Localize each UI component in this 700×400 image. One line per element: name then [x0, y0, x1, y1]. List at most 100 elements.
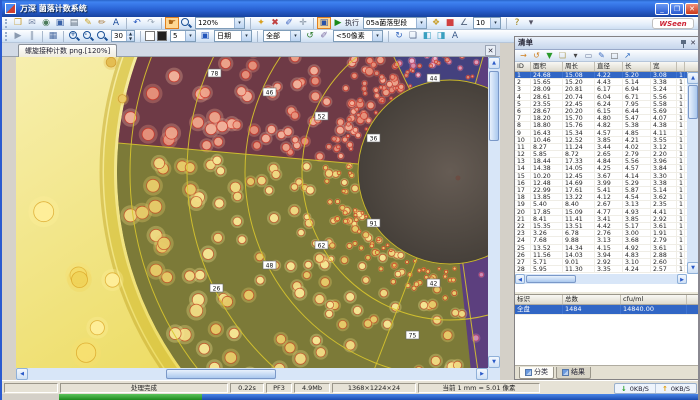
table-row[interactable]: 628.6720.206.156.445.691 — [515, 108, 699, 115]
date-select[interactable]: 日期▾ — [214, 30, 252, 42]
threshold-spinner-down-icon[interactable]: ▼ — [126, 36, 134, 41]
scroll-left-icon[interactable]: ◀ — [16, 368, 28, 380]
tools-button[interactable]: ✛ — [296, 17, 310, 29]
zoom-select[interactable]: 120%▾ — [195, 17, 245, 29]
background-swatch[interactable] — [157, 31, 167, 41]
table-row[interactable]: 2017.8515.094.774.934.411 — [515, 209, 699, 216]
image-hscrollbar[interactable]: ◀ ▶ — [16, 368, 488, 380]
wand-button[interactable]: ✐ — [317, 30, 331, 42]
zoom-out-button[interactable]: - — [82, 30, 94, 42]
table-row[interactable]: 1722.9917.615.415.875.141 — [515, 187, 699, 194]
magnifier-button[interactable] — [180, 17, 192, 29]
pen-width-select[interactable]: 5▾ — [170, 30, 196, 42]
date-select-caret-icon[interactable]: ▾ — [241, 31, 251, 41]
measure-button[interactable]: ✐ — [282, 17, 296, 29]
undo-button[interactable]: ↺ — [530, 50, 543, 61]
restore-button[interactable]: ❐ — [670, 3, 684, 15]
scroll-down-icon[interactable]: ▼ — [488, 356, 500, 368]
table-row[interactable]: 916.4315.344.574.854.111 — [515, 130, 699, 137]
column-header[interactable]: 宽 — [651, 62, 677, 71]
range-select[interactable]: 全部▾ — [263, 30, 301, 42]
table-row[interactable]: 275.719.012.923.102.601 — [515, 259, 699, 266]
table-row[interactable]: 215.6515.204.435.143.381 — [515, 79, 699, 86]
document-close-icon[interactable]: ✕ — [485, 45, 496, 56]
dropdown-caret[interactable]: ▾ — [569, 50, 582, 61]
pin-icon[interactable] — [680, 39, 687, 48]
table-row[interactable]: 1510.2012.453.674.143.301 — [515, 173, 699, 180]
close-button[interactable]: ✕ — [685, 3, 699, 15]
zoom-select-caret-icon[interactable]: ▾ — [234, 18, 244, 28]
pen-width-select-caret-icon[interactable]: ▾ — [185, 31, 195, 41]
column-header[interactable]: 周长 — [563, 62, 595, 71]
image-vscrollbar[interactable]: ▲ ▼ — [488, 57, 500, 368]
rect-button[interactable]: □ — [608, 50, 621, 61]
foreground-swatch[interactable] — [145, 31, 155, 41]
table-scroll-down-icon[interactable]: ▼ — [687, 262, 699, 274]
minimize-button[interactable]: _ — [655, 3, 669, 15]
zoom-reset-button[interactable] — [96, 30, 108, 42]
table-row[interactable]: 285.9511.303.354.242.571 — [515, 266, 699, 273]
document-tab[interactable]: 螺旋接种计数 png.[120%] — [18, 44, 117, 57]
add-button[interactable]: ❏ — [556, 50, 569, 61]
text-button[interactable]: A — [109, 17, 123, 29]
tab-classify[interactable]: 分类 — [519, 367, 554, 379]
filter-button[interactable]: ▼ — [543, 50, 556, 61]
table-row[interactable]: 1813.8513.224.124.543.621 — [515, 194, 699, 201]
table-vscroll-thumb[interactable] — [688, 85, 698, 119]
lang-button[interactable]: A — [448, 30, 462, 42]
split-v-button[interactable]: ◨ — [434, 30, 448, 42]
select-button[interactable]: ▭ — [582, 50, 595, 61]
table-row[interactable]: 124.6815.084.225.203.081 — [515, 72, 699, 79]
hscroll-thumb[interactable] — [166, 369, 276, 379]
run-button-icon[interactable]: ▶ — [331, 17, 345, 29]
split-h-button[interactable]: ◧ — [420, 30, 434, 42]
arrow-button[interactable]: ↗ — [621, 50, 634, 61]
table-row[interactable]: 247.689.883.133.682.791 — [515, 237, 699, 244]
detect-button[interactable]: ▣ — [317, 17, 331, 29]
pan-hand-button[interactable]: ☛ — [165, 17, 179, 29]
column-header[interactable] — [677, 62, 685, 71]
table-row[interactable]: 2215.3513.514.425.173.611 — [515, 223, 699, 230]
acquire-image-button[interactable]: ✉ — [25, 17, 39, 29]
table-row[interactable]: 523.5522.456.247.955.581 — [515, 101, 699, 108]
edit-button[interactable]: ✎ — [595, 50, 608, 61]
column-header[interactable]: 直径 — [595, 62, 623, 71]
table-row[interactable]: 1010.4612.523.854.213.551 — [515, 137, 699, 144]
table-row[interactable]: 2513.5214.344.154.923.611 — [515, 245, 699, 252]
panel-splitter[interactable] — [500, 43, 514, 380]
zoom-in-button[interactable]: + — [68, 30, 80, 42]
dilution-select-caret-icon[interactable]: ▾ — [490, 18, 500, 28]
panel-close-icon[interactable]: ✕ — [690, 39, 696, 48]
table-row[interactable]: 428.6120.746.046.715.561 — [515, 94, 699, 101]
image-viewport[interactable]: 7846523644916248264275 ▲ ▼ ◀ ▶ — [16, 57, 500, 380]
grid-button[interactable]: ▦ — [46, 30, 60, 42]
dilution-select[interactable]: 10▾ — [473, 17, 501, 29]
scroll-right-icon[interactable]: ▶ — [476, 368, 488, 380]
table-vscrollbar[interactable]: ▲ ▼ — [687, 72, 699, 274]
vscroll-thumb[interactable] — [489, 71, 499, 141]
toolbar-grip[interactable] — [5, 19, 8, 28]
draw-pen-button[interactable]: ✏ — [95, 17, 109, 29]
undo-button[interactable]: ↶ — [130, 17, 144, 29]
table-row[interactable]: 118.2711.243.444.023.121 — [515, 144, 699, 151]
table-row[interactable]: 125.858.722.652.792.201 — [515, 151, 699, 158]
table-row[interactable]: 218.4111.413.413.852.921 — [515, 216, 699, 223]
export-button[interactable]: → — [517, 50, 530, 61]
scheme-select[interactable]: 05a菌落型段▾ — [363, 17, 427, 29]
table-row[interactable]: 2611.5614.033.944.832.881 — [515, 252, 699, 259]
column-header[interactable]: 长 — [623, 62, 651, 71]
help-button[interactable]: ? — [510, 17, 524, 29]
star-button[interactable]: ✦ — [254, 17, 268, 29]
edit-pencil-button[interactable]: ✎ — [81, 17, 95, 29]
title-bar[interactable]: 万深 菌落计数系统 _ ❐ ✕ — [2, 0, 700, 17]
table-hscrollbar[interactable]: ◀ ▶ — [515, 274, 687, 284]
table-hscroll-thumb[interactable] — [526, 275, 576, 283]
column-header[interactable]: ID — [515, 62, 531, 71]
table-row[interactable]: 328.0920.816.176.945.241 — [515, 86, 699, 93]
open-button[interactable]: ❐ — [11, 17, 25, 29]
table-row[interactable]: 718.2015.704.805.474.071 — [515, 115, 699, 122]
table-scroll-left-icon[interactable]: ◀ — [515, 274, 525, 284]
print-button[interactable]: ▤ — [67, 17, 81, 29]
table-row[interactable]: 195.408.402.673.132.351 — [515, 201, 699, 208]
panel-header[interactable]: 清单 ✕ — [515, 37, 699, 50]
